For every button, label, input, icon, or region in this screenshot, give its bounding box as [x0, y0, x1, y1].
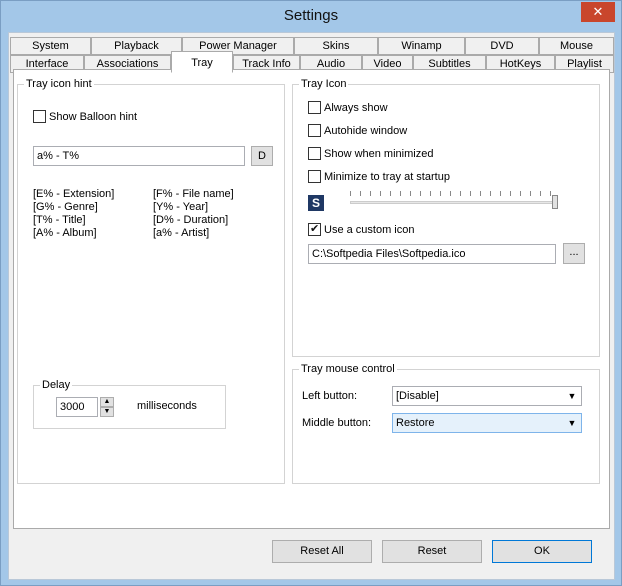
group-title-tray-icon-hint: Tray icon hint [24, 78, 94, 90]
settings-window: Settings ✕ System Playback Power Manager… [0, 0, 622, 586]
tray-mouse-group: Tray mouse control Left button: [Disable… [292, 363, 600, 484]
tab-winamp[interactable]: Winamp [378, 37, 465, 55]
delay-input[interactable]: 3000 [56, 397, 98, 417]
always-show-checkbox[interactable]: Always show [308, 101, 388, 115]
reset-all-button[interactable]: Reset All [272, 540, 372, 563]
use-custom-icon-checkbox[interactable]: Use a custom icon [308, 222, 415, 237]
autohide-checkbox[interactable]: Autohide window [308, 124, 407, 138]
left-button-select[interactable]: [Disable] ▼ [392, 386, 582, 406]
delay-group: Delay 3000 ▲ ▼ milliseconds [33, 379, 226, 429]
minimize-startup-label: Minimize to tray at startup [324, 171, 450, 183]
tab-skins[interactable]: Skins [294, 37, 378, 55]
show-balloon-label: Show Balloon hint [49, 111, 138, 123]
delay-decrement-button[interactable]: ▼ [100, 407, 114, 417]
tab-playback[interactable]: Playback [91, 37, 182, 55]
use-custom-icon-box[interactable] [308, 222, 321, 236]
show-minimized-box[interactable] [308, 147, 321, 160]
legend-file-name: [F% - File name] [153, 188, 234, 200]
legend-right-column: [F% - File name] [Y% - Year] [D% - Durat… [153, 188, 234, 240]
autohide-box[interactable] [308, 124, 321, 137]
ok-button[interactable]: OK [492, 540, 592, 563]
group-title-tray-mouse: Tray mouse control [299, 363, 397, 375]
legend-duration: [D% - Duration] [153, 214, 229, 226]
left-button-label: Left button: [302, 390, 358, 402]
browse-icon-button[interactable]: ... [563, 243, 585, 264]
slider-track [350, 201, 558, 204]
default-format-button[interactable]: D [251, 146, 273, 166]
tray-icon-hint-group: Tray icon hint Show Balloon hint a% - T%… [17, 78, 285, 484]
tab-dvd[interactable]: DVD [465, 37, 539, 55]
legend-album: [A% - Album] [33, 227, 97, 239]
icon-path-input[interactable]: C:\Softpedia Files\Softpedia.ico [308, 244, 556, 264]
tray-icon-group: Tray Icon Always show Autohide window Sh… [292, 78, 600, 357]
autohide-label: Autohide window [324, 125, 408, 137]
show-minimized-checkbox[interactable]: Show when minimized [308, 147, 433, 161]
show-minimized-label: Show when minimized [324, 148, 434, 160]
reset-button[interactable]: Reset [382, 540, 482, 563]
legend-artist: [a% - Artist] [153, 227, 210, 239]
legend-left-column: [E% - Extension] [G% - Genre] [T% - Titl… [33, 188, 114, 240]
delay-increment-button[interactable]: ▲ [100, 397, 114, 407]
use-custom-icon-label: Use a custom icon [324, 224, 415, 236]
group-title-tray-icon: Tray Icon [299, 78, 349, 90]
middle-button-label: Middle button: [302, 417, 372, 429]
dialog-client: System Playback Power Manager Skins Wina… [8, 32, 615, 580]
legend-year: [Y% - Year] [153, 201, 209, 213]
show-balloon-checkbox[interactable]: Show Balloon hint [33, 110, 137, 124]
minimize-startup-box[interactable] [308, 170, 321, 183]
middle-button-select[interactable]: Restore ▼ [392, 413, 582, 433]
tab-system[interactable]: System [10, 37, 91, 55]
legend-genre: [G% - Genre] [33, 201, 98, 213]
tab-tray[interactable]: Tray [171, 51, 233, 73]
show-balloon-box[interactable] [33, 110, 46, 123]
window-title: Settings [283, 7, 339, 24]
left-button-value: [Disable] [396, 390, 439, 402]
middle-button-value: Restore [396, 417, 435, 429]
chevron-down-icon: ▼ [567, 391, 577, 401]
slider-ticks [350, 191, 556, 196]
icon-preview: S [308, 195, 324, 211]
minimize-startup-checkbox[interactable]: Minimize to tray at startup [308, 170, 450, 184]
slider-thumb[interactable] [552, 195, 558, 209]
tray-tab-panel: Tray icon hint Show Balloon hint a% - T%… [13, 69, 610, 529]
always-show-box[interactable] [308, 101, 321, 114]
always-show-label: Always show [324, 102, 388, 114]
delay-unit-label: milliseconds [137, 400, 197, 412]
legend-title: [T% - Title] [33, 214, 86, 226]
tab-mouse[interactable]: Mouse [539, 37, 614, 55]
hint-format-input[interactable]: a% - T% [33, 146, 245, 166]
group-title-delay: Delay [40, 379, 73, 391]
chevron-down-icon: ▼ [567, 418, 577, 428]
legend-extension: [E% - Extension] [33, 188, 115, 200]
close-button[interactable]: ✕ [581, 2, 615, 22]
